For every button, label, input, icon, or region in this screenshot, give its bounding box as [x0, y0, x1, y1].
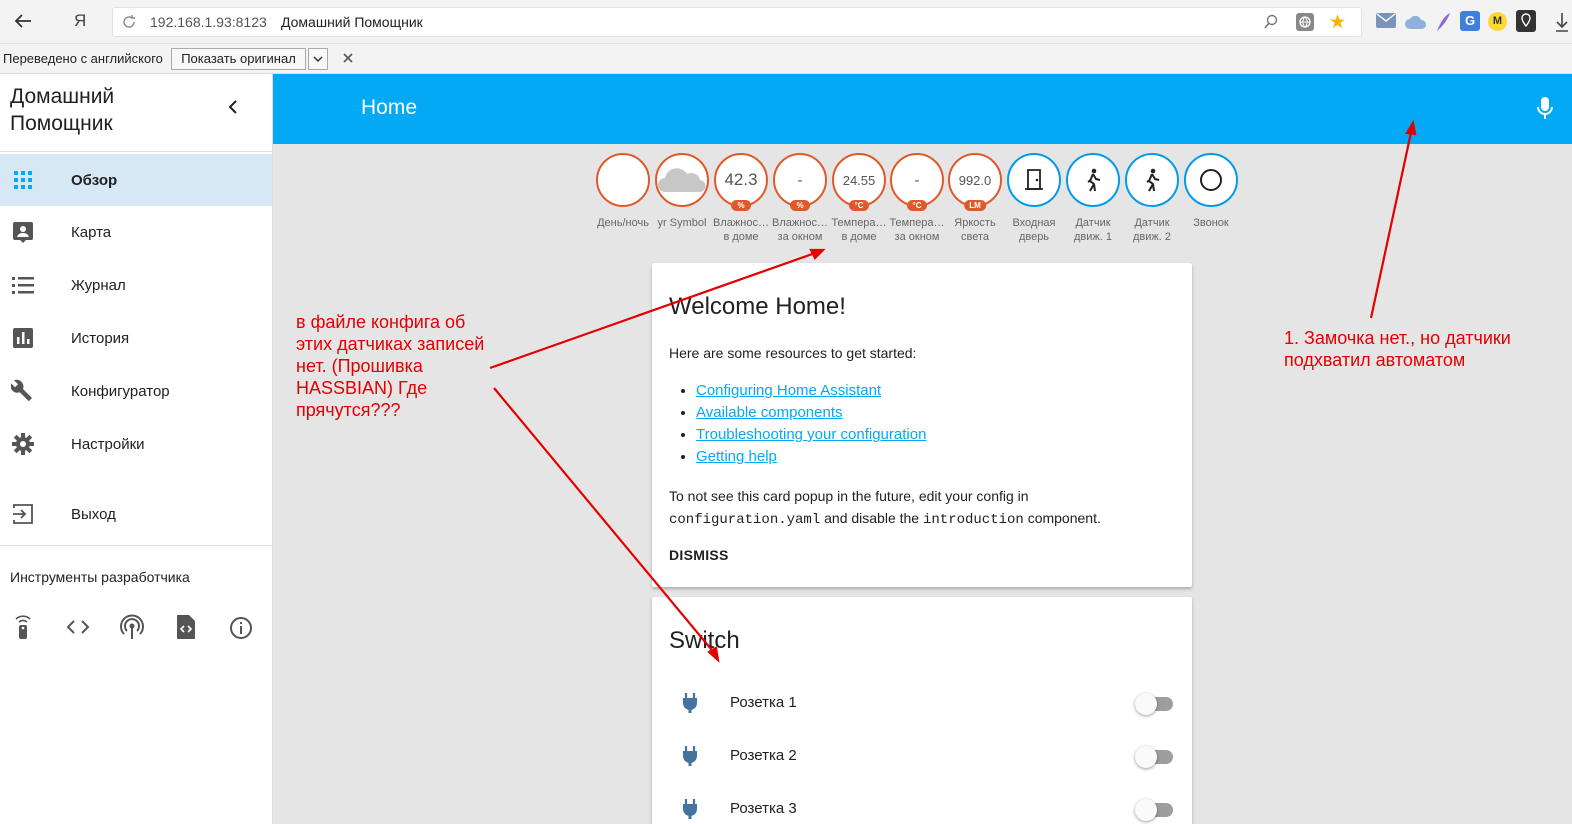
annotation-arrow — [1369, 127, 1414, 319]
annotation-arrows — [489, 119, 1417, 663]
annotation-arrow — [489, 250, 819, 370]
arrow-head — [1405, 119, 1417, 136]
annotation-arrow — [493, 387, 717, 656]
arrow-head — [809, 248, 826, 260]
